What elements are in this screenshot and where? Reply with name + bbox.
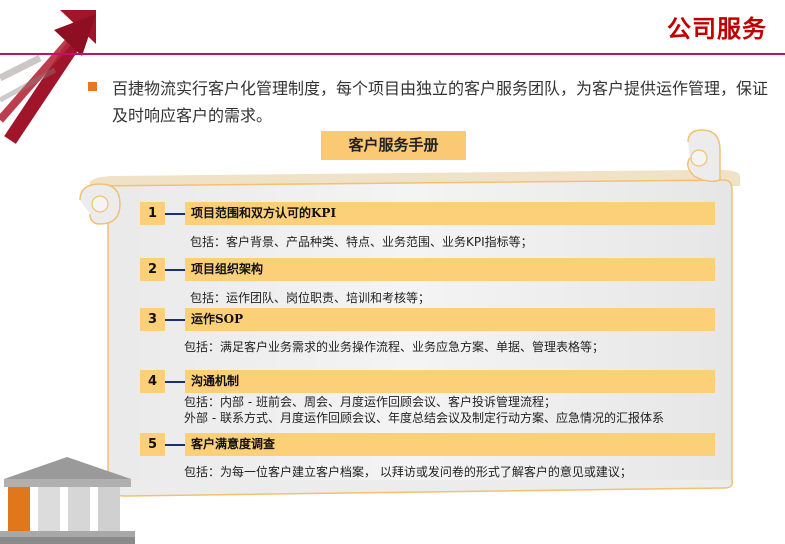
item-number: 4 [140, 370, 165, 393]
item-title: 客户满意度调查 [185, 433, 715, 456]
item-title: 项目范围和双方认可的KPI [185, 202, 715, 225]
item-title: 运作SOP [185, 308, 715, 331]
connector-line [165, 319, 185, 321]
manual-title: 客户服务手册 [321, 131, 466, 160]
item-description: 包括：内部 - 班前会、周会、月度运作回顾会议、客户投诉管理流程； [184, 395, 556, 409]
item-description: 包括：为每一位客户建立客户档案， 以拜访或发问卷的形式了解客户的意见或建议； [184, 465, 632, 479]
item-number: 2 [140, 258, 165, 281]
connector-line [165, 269, 185, 271]
item-title: 项目组织架构 [185, 258, 715, 281]
connector-line [165, 444, 185, 446]
item-description: 包括：客户背景、产品种类、特点、业务范围、业务KPI指标等； [190, 235, 533, 249]
connector-line [165, 213, 185, 215]
connector-line [165, 381, 185, 383]
item-description: 包括：满足客户业务需求的业务操作流程、业务应急方案、单据、管理表格等； [184, 340, 605, 354]
item-title: 沟通机制 [185, 370, 715, 393]
item-number: 1 [140, 202, 165, 225]
item-description: 包括：运作团队、岗位职责、培训和考核等； [190, 291, 431, 305]
item-number: 3 [140, 308, 165, 331]
item-number: 5 [140, 433, 165, 456]
item-description: 外部 - 联系方式、月度运作回顾会议、年度总结会议及制定行动方案、应急情况的汇报… [184, 411, 664, 425]
building-icon [0, 457, 135, 544]
